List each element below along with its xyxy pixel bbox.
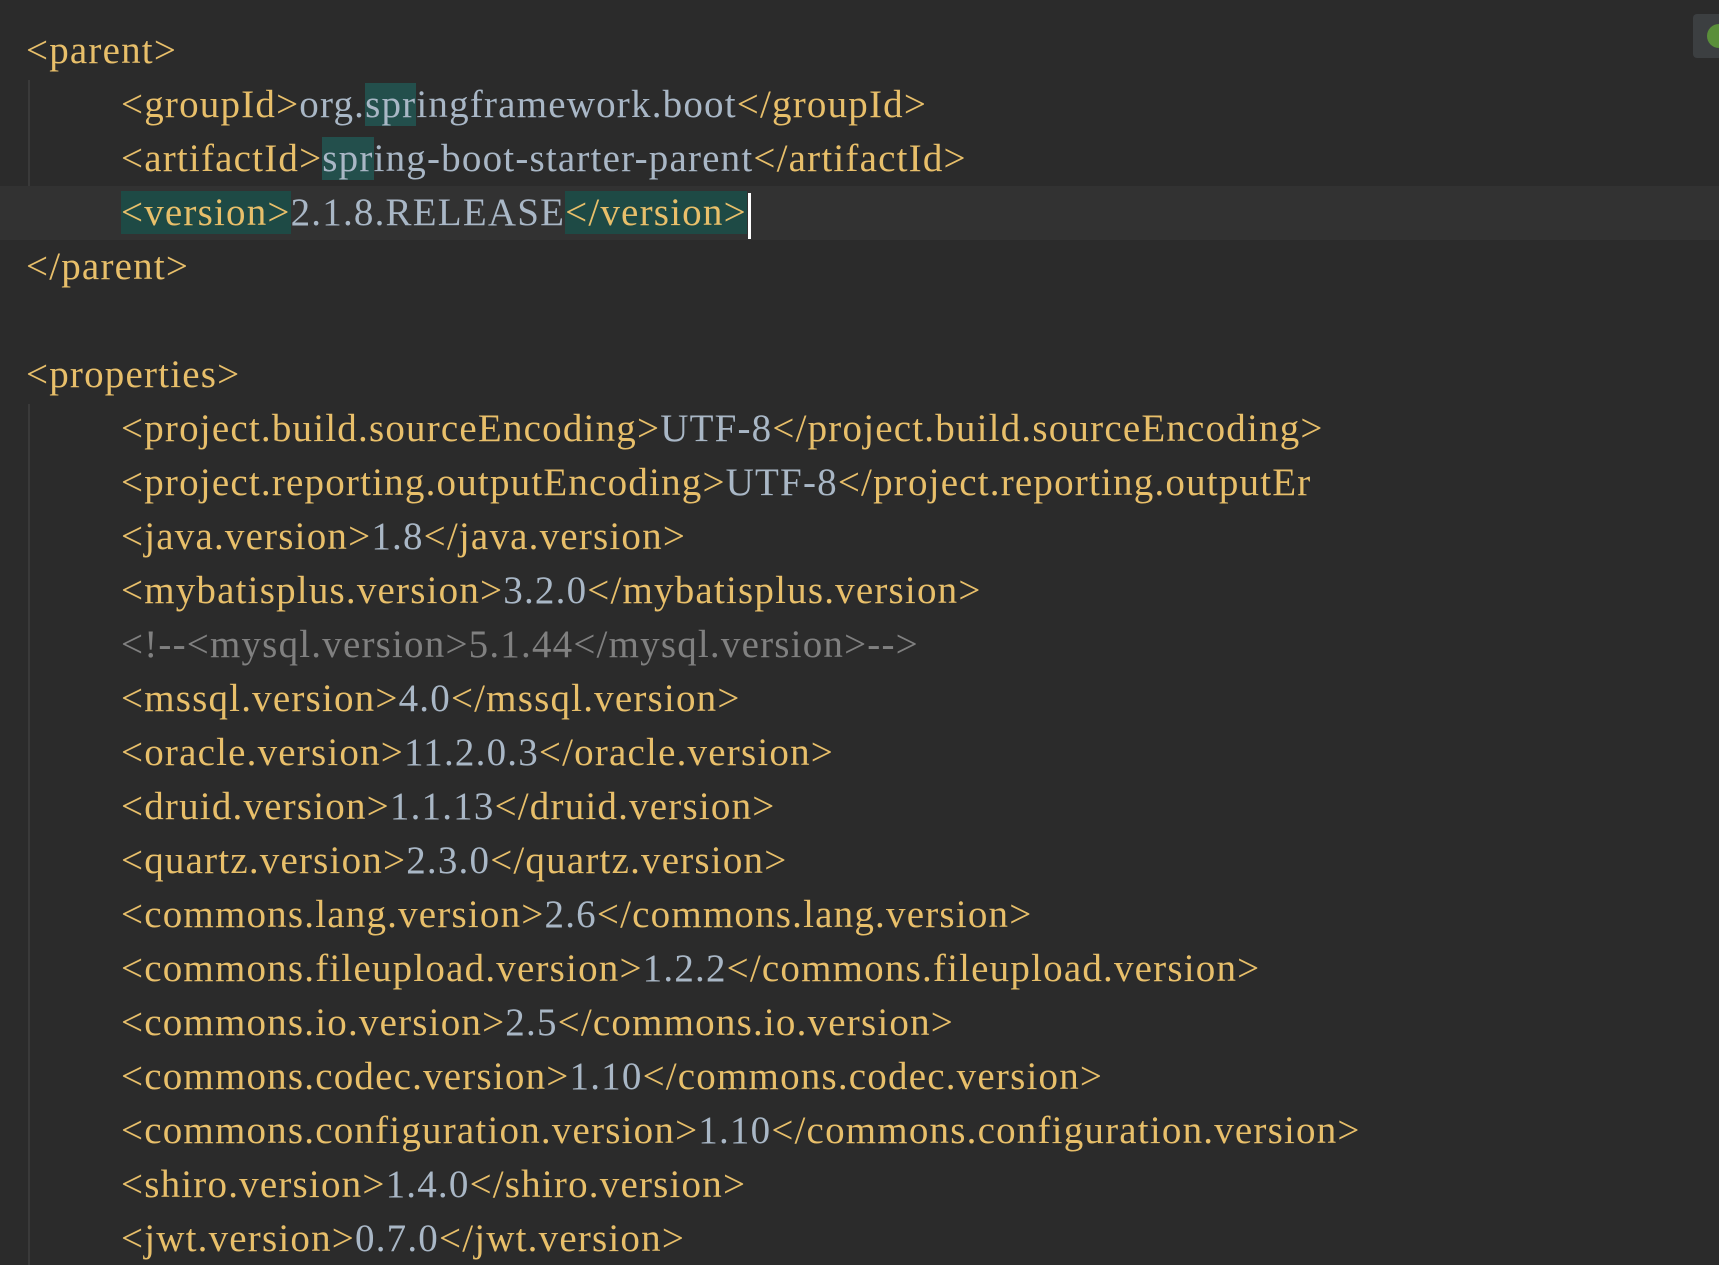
xml-tag: <project.reporting.outputEncoding> [121,461,726,504]
matched-tag: </version> [565,191,747,234]
xml-tag: <artifactId> [121,137,323,180]
xml-text: 4.0 [398,677,451,720]
code-line[interactable]: <project.build.sourceEncoding>UTF-8</pro… [0,402,1719,456]
xml-tag: </mybatisplus.version> [587,569,982,612]
xml-tag: </parent> [26,245,190,288]
xml-tag: <properties> [26,353,241,396]
code-line[interactable]: <artifactId>spring-boot-starter-parent</… [0,132,1719,186]
xml-tag: </shiro.version> [469,1163,747,1206]
text-caret [747,193,751,240]
xml-tag: </commons.fileupload.version> [726,947,1261,990]
xml-text: 2.6 [544,893,597,936]
xml-tag: </quartz.version> [490,839,788,882]
code-line[interactable]: <quartz.version>2.3.0</quartz.version> [0,834,1719,888]
xml-tag: <shiro.version> [121,1163,386,1206]
code-line[interactable]: <parent> [0,24,1719,78]
xml-tag: <oracle.version> [121,731,405,774]
code-line[interactable]: <shiro.version>1.4.0</shiro.version> [0,1158,1719,1212]
code-editor[interactable]: <parent> <groupId>org.springframework.bo… [0,0,1719,1265]
xml-tag: <commons.fileupload.version> [121,947,643,990]
xml-text: 1.4.0 [385,1163,470,1206]
xml-tag: </commons.configuration.version> [771,1109,1361,1152]
xml-text: 1.2.2 [642,947,727,990]
xml-tag: </commons.io.version> [557,1001,954,1044]
xml-comment: <!--<mysql.version>5.1.44</mysql.version… [121,623,919,666]
xml-tag: <mssql.version> [121,677,399,720]
xml-tag: <commons.codec.version> [121,1055,570,1098]
xml-text: 1.1.13 [389,785,495,828]
xml-text: UTF-8 [660,407,773,450]
code-line[interactable]: <project.reporting.outputEncoding>UTF-8<… [0,456,1719,510]
xml-text: 2.5 [505,1001,558,1044]
xml-tag: <commons.io.version> [121,1001,506,1044]
xml-tag: <druid.version> [121,785,390,828]
code-line[interactable]: <properties> [0,348,1719,402]
xml-tag: </groupId> [736,83,928,126]
search-match: spr [365,83,417,126]
xml-tag: </project.reporting.outputEr [837,461,1312,504]
xml-tag: <commons.lang.version> [121,893,545,936]
xml-tag: </druid.version> [494,785,776,828]
search-match: spr [322,137,374,180]
code-line[interactable]: <java.version>1.8</java.version> [0,510,1719,564]
xml-tag: </commons.codec.version> [642,1055,1104,1098]
xml-tag: <groupId> [121,83,300,126]
code-line[interactable]: <mybatisplus.version>3.2.0</mybatisplus.… [0,564,1719,618]
xml-tag: </oracle.version> [538,731,834,774]
code-line[interactable]: <jwt.version>0.7.0</jwt.version> [0,1212,1719,1265]
xml-tag: <commons.configuration.version> [121,1109,699,1152]
matched-tag: <version> [121,191,291,234]
xml-tag: </project.build.sourceEncoding> [772,407,1324,450]
code-line[interactable]: <commons.fileupload.version>1.2.2</commo… [0,942,1719,996]
xml-tag: <jwt.version> [121,1217,355,1260]
xml-text: 2.1.8.RELEASE [290,191,566,234]
xml-tag: </jwt.version> [439,1217,686,1260]
current-code-line[interactable]: <version>2.1.8.RELEASE</version> [0,186,1719,240]
xml-text: 3.2.0 [503,569,588,612]
xml-text: ingframework.boot [416,83,737,126]
xml-tag: <parent> [26,29,178,72]
xml-tag: </commons.lang.version> [596,893,1033,936]
xml-tag: <project.build.sourceEncoding> [121,407,661,450]
code-line[interactable]: </parent> [0,240,1719,294]
code-line[interactable]: <druid.version>1.1.13</druid.version> [0,780,1719,834]
xml-tag: <quartz.version> [121,839,407,882]
xml-text: org. [299,83,366,126]
code-line[interactable]: <oracle.version>11.2.0.3</oracle.version… [0,726,1719,780]
code-line[interactable]: <mssql.version>4.0</mssql.version> [0,672,1719,726]
xml-text: 2.3.0 [406,839,491,882]
xml-text: 1.10 [698,1109,772,1152]
code-line[interactable]: <commons.io.version>2.5</commons.io.vers… [0,996,1719,1050]
xml-tag: </artifactId> [753,137,967,180]
code-line[interactable]: <groupId>org.springframework.boot</group… [0,78,1719,132]
xml-text: 1.10 [569,1055,643,1098]
xml-text: UTF-8 [725,461,838,504]
xml-text: 11.2.0.3 [404,731,539,774]
xml-text: 1.8 [371,515,424,558]
xml-tag: </mssql.version> [450,677,741,720]
code-line[interactable]: <commons.lang.version>2.6</commons.lang.… [0,888,1719,942]
xml-tag: </java.version> [423,515,687,558]
xml-tag: <java.version> [121,515,372,558]
code-line[interactable]: <commons.configuration.version>1.10</com… [0,1104,1719,1158]
code-line[interactable]: <commons.codec.version>1.10</commons.cod… [0,1050,1719,1104]
code-line[interactable]: <!--<mysql.version>5.1.44</mysql.version… [0,618,1719,672]
xml-text: 0.7.0 [355,1217,439,1260]
xml-text: ing-boot-starter-parent [373,137,754,180]
xml-tag: <mybatisplus.version> [121,569,504,612]
